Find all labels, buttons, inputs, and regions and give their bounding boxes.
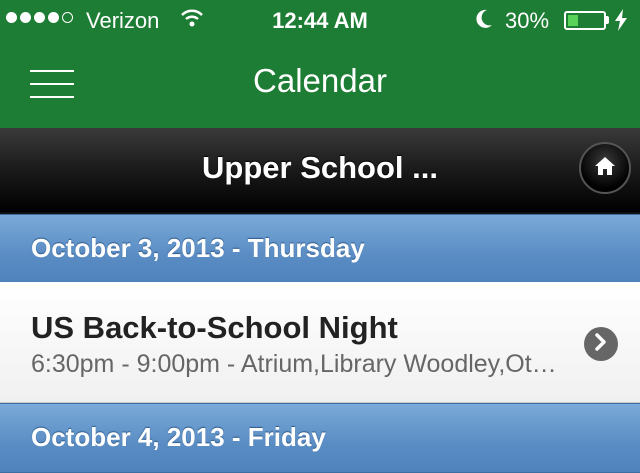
event-time-location: 6:30pm - 9:00pm - Atrium,Library Woodley… [31, 350, 557, 378]
status-bar: Verizon 12:44 AM 30% [0, 0, 640, 40]
battery-fill [568, 15, 578, 26]
battery-percent: 30% [505, 8, 550, 33]
event-disclosure-button[interactable] [584, 327, 618, 361]
home-button[interactable] [579, 142, 631, 194]
date-header: October 4, 2013 - Friday [0, 403, 640, 473]
charging-bolt-icon [614, 9, 628, 37]
page-title: Calendar [253, 62, 387, 99]
navigation-bar: Calendar [0, 40, 640, 128]
chevron-right-icon [593, 332, 609, 356]
home-icon [594, 156, 616, 181]
date-header: October 3, 2013 - Thursday [0, 214, 640, 284]
date-label: October 3, 2013 - Thursday [31, 233, 365, 263]
date-label: October 4, 2013 - Friday [31, 422, 326, 452]
event-list-item[interactable]: US Back-to-School Night 6:30pm - 9:00pm … [0, 282, 640, 403]
event-title: US Back-to-School Night [31, 310, 398, 345]
do-not-disturb-moon-icon [474, 8, 494, 36]
battery-tip [606, 16, 609, 24]
calendar-selector-header: Upper School ... [0, 128, 640, 214]
calendar-name: Upper School ... [202, 150, 438, 185]
battery-icon [564, 11, 606, 30]
